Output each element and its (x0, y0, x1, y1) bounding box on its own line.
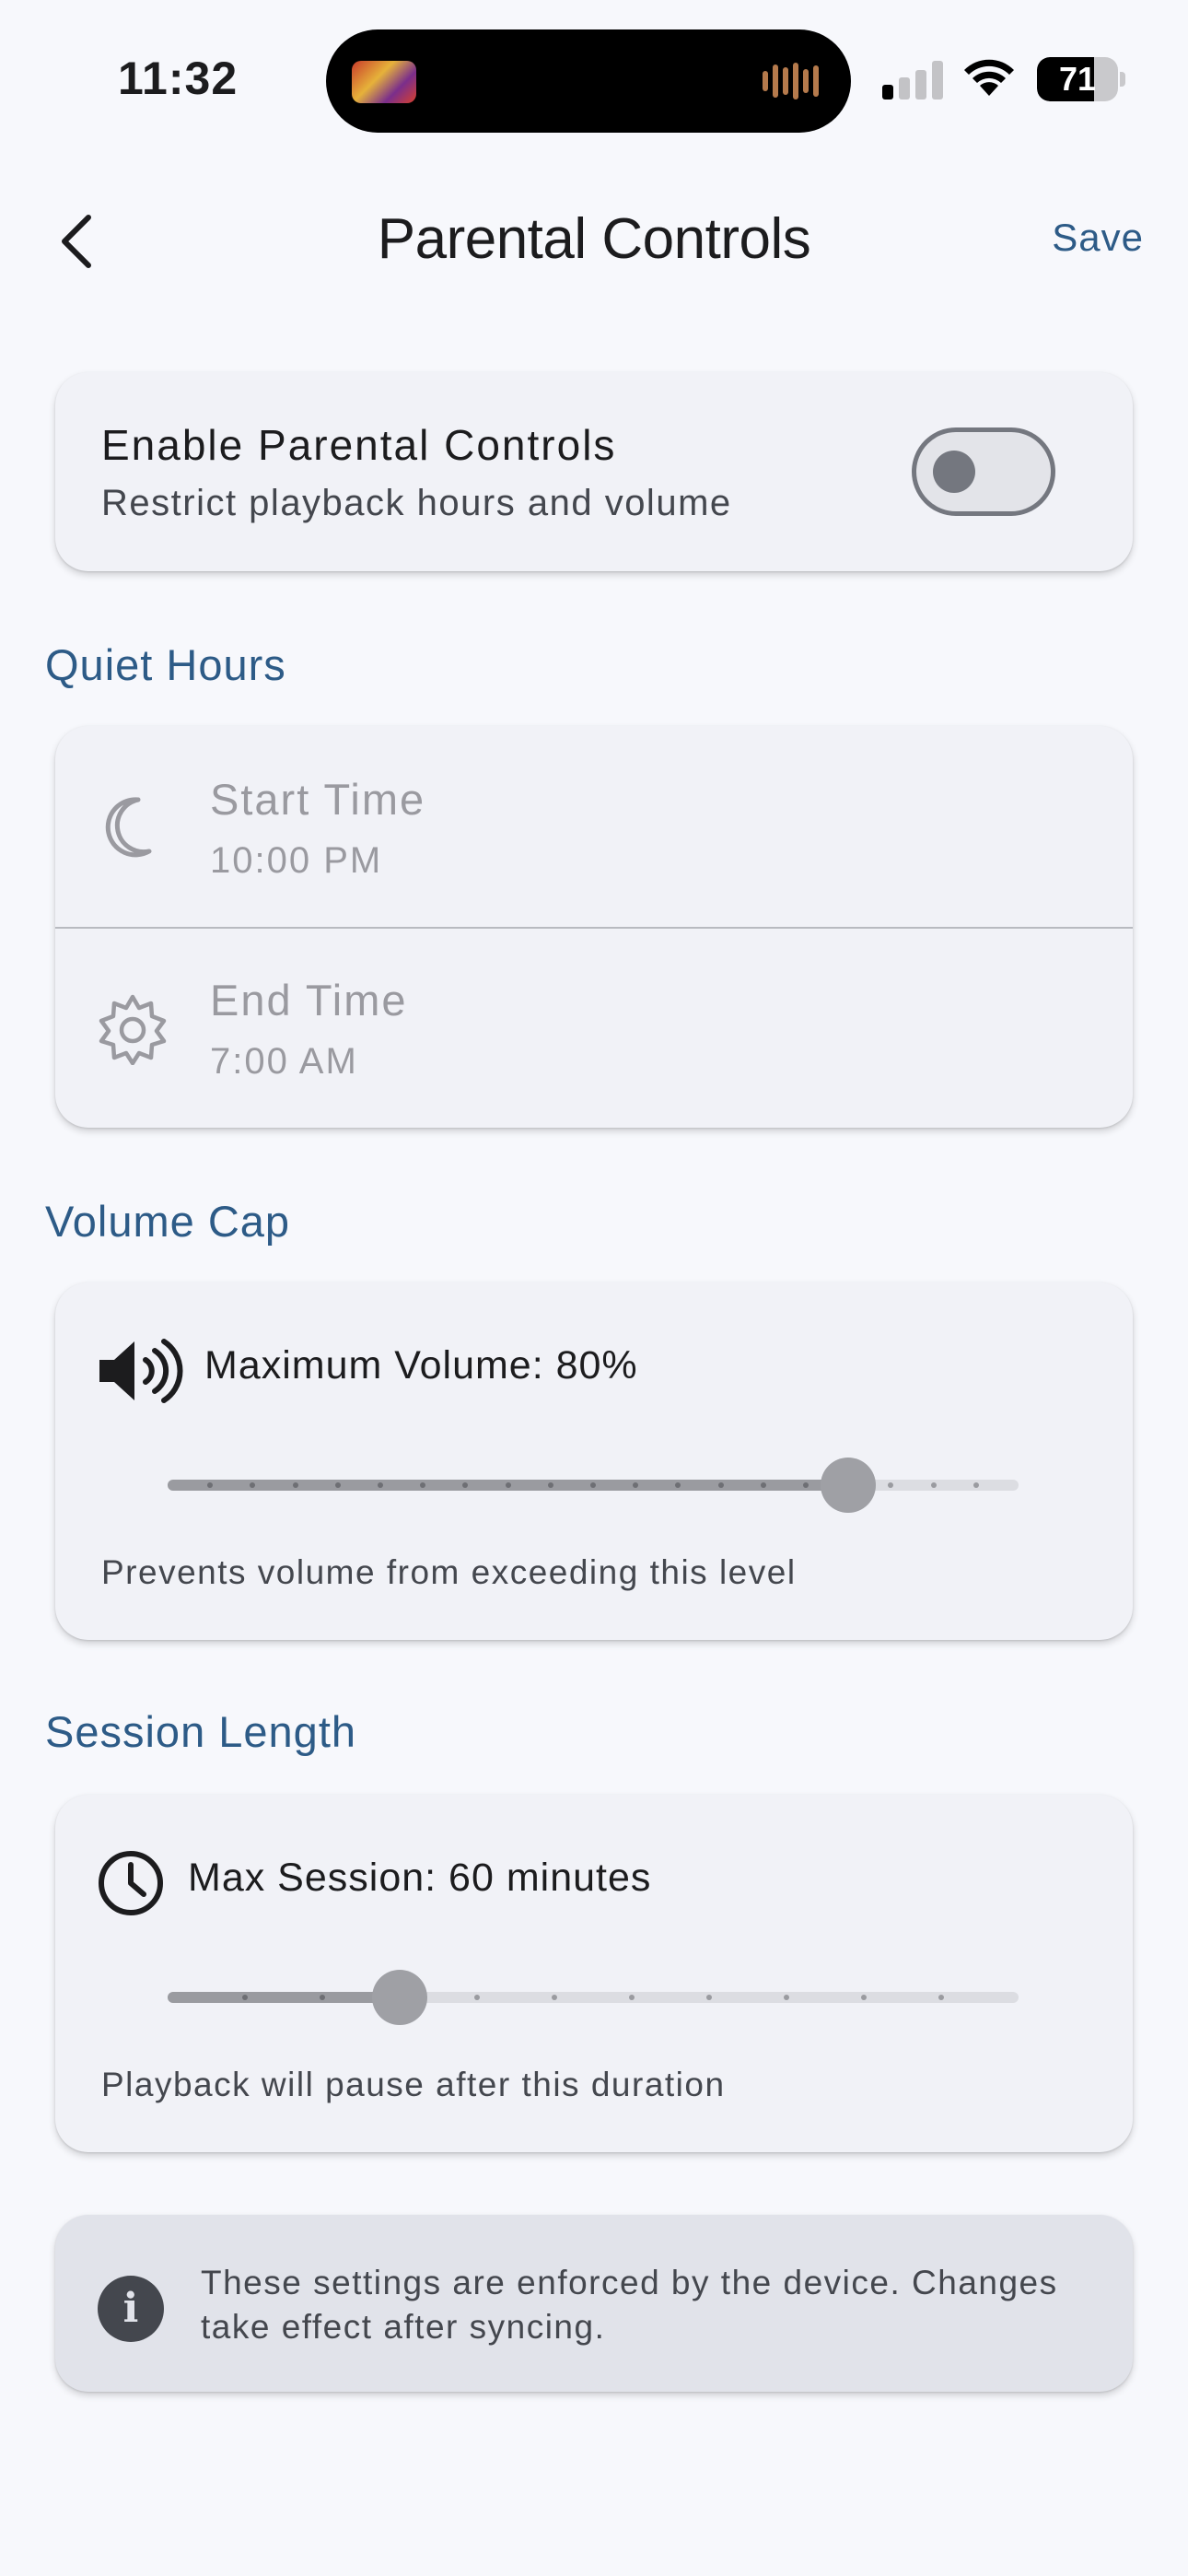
end-time-label: End Time (210, 976, 408, 1025)
save-button[interactable]: Save (1052, 216, 1144, 260)
slider-tick-mark (334, 1482, 341, 1488)
slider-tick-mark (888, 1482, 894, 1488)
slider-tick-mark (760, 1482, 766, 1488)
slider-tick-mark (552, 1995, 557, 2000)
slider-tick-mark (784, 1995, 789, 2000)
sun-icon (99, 994, 167, 1065)
section-title-volume-cap: Volume Cap (45, 1197, 291, 1246)
now-playing-artwork (352, 61, 416, 103)
volume-cap-card: Maximum Volume: 80% Prevents volume from… (55, 1282, 1133, 1640)
toggle-knob (933, 451, 975, 493)
max-volume-label: Maximum Volume: 80% (204, 1343, 638, 1388)
volume-slider-thumb[interactable] (821, 1458, 877, 1513)
battery-icon: 71 (1037, 57, 1125, 101)
quiet-hours-card: Start Time 10:00 PM End Time 7:00 AM (55, 726, 1133, 1128)
start-time-row[interactable]: Start Time 10:00 PM (55, 726, 1133, 927)
slider-tick-mark (717, 1482, 724, 1488)
start-time-label: Start Time (210, 775, 426, 824)
end-time-row[interactable]: End Time 7:00 AM (55, 927, 1133, 1128)
page-title: Parental Controls (377, 207, 811, 271)
clock-icon (99, 1851, 163, 1915)
slider-tick-mark (930, 1482, 937, 1488)
volume-help-text: Prevents volume from exceeding this leve… (101, 1553, 797, 1591)
start-time-value: 10:00 PM (210, 840, 383, 881)
enable-title: Enable Parental Controls (101, 421, 617, 469)
session-slider[interactable] (168, 1970, 1019, 2025)
speaker-icon (99, 1339, 183, 1403)
audio-waveform-icon (763, 61, 823, 101)
volume-slider[interactable] (168, 1458, 1019, 1513)
info-banner: i These settings are enforced by the dev… (55, 2215, 1133, 2392)
section-title-session-length: Session Length (45, 1707, 357, 1756)
parental-controls-toggle[interactable] (912, 427, 1055, 516)
battery-percent: 71 (1058, 60, 1097, 98)
slider-tick-mark (474, 1995, 480, 2000)
slider-tick-mark (938, 1995, 944, 2000)
parental-controls-screen: 11:32 71 Parental Controls Save Enable P… (0, 0, 1188, 2576)
slider-tick-mark (629, 1995, 635, 2000)
slider-tick-mark (590, 1482, 596, 1488)
slider-tick-mark (973, 1482, 979, 1488)
max-session-label: Max Session: 60 minutes (188, 1856, 652, 1900)
session-slider-thumb[interactable] (371, 1970, 427, 2025)
session-help-text: Playback will pause after this duration (101, 2066, 726, 2103)
slider-tick-mark (706, 1995, 712, 2000)
slider-tick-mark (547, 1482, 553, 1488)
slider-tick-mark (292, 1482, 298, 1488)
enable-parental-controls-card[interactable]: Enable Parental Controls Restrict playba… (55, 372, 1133, 571)
enable-subtitle: Restrict playback hours and volume (101, 483, 732, 523)
wifi-icon (964, 59, 1014, 96)
slider-tick-mark (242, 1995, 248, 2000)
end-time-value: 7:00 AM (210, 1041, 358, 1082)
slider-tick-mark (378, 1482, 383, 1488)
session-length-card: Max Session: 60 minutes Playback will pa… (55, 1795, 1133, 2152)
status-time: 11:32 (118, 53, 239, 104)
slider-tick-mark (803, 1482, 809, 1488)
dynamic-island[interactable] (326, 29, 851, 133)
slider-tick-mark (505, 1482, 511, 1488)
slider-tick-mark (320, 1995, 325, 2000)
moon-icon (105, 797, 152, 858)
info-icon: i (98, 2276, 164, 2342)
info-text: These settings are enforced by the devic… (201, 2264, 1058, 2346)
status-bar: 11:32 71 (0, 0, 1188, 147)
signal-icon (882, 61, 947, 100)
section-title-quiet-hours: Quiet Hours (45, 640, 286, 689)
session-slider-active-track (168, 1992, 400, 2003)
slider-tick-mark (861, 1995, 867, 2000)
